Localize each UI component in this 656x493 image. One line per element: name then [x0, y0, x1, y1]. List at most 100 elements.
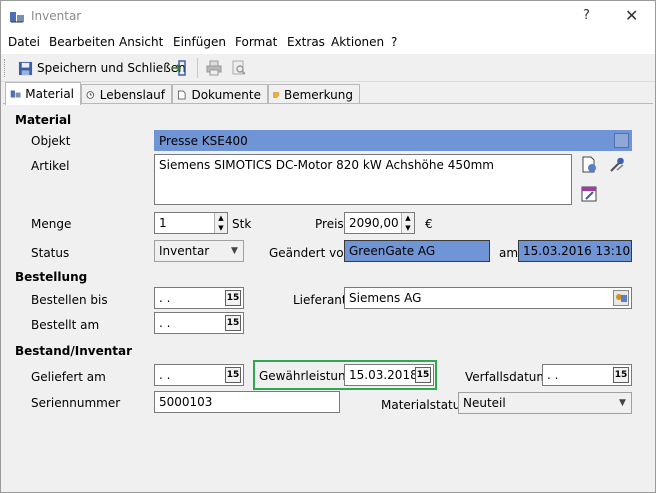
calendar-icon[interactable]: 15 — [613, 367, 629, 383]
section-material: Material — [15, 113, 72, 127]
geliefert-am-value: . . — [159, 368, 171, 382]
objekt-label: Objekt — [31, 134, 71, 148]
calendar-icon[interactable]: 15 — [225, 315, 241, 331]
seriennummer-field[interactable]: 5000103 — [154, 391, 340, 413]
inventory-app-icon — [10, 12, 24, 23]
tab-lebenslauf[interactable]: Lebenslauf — [81, 84, 172, 104]
edit-article-icon[interactable] — [581, 186, 598, 203]
history-icon — [86, 90, 95, 99]
menu-bar: Datei Bearbeiten Ansicht Einfügen Format… — [1, 32, 655, 54]
toolbar-grip[interactable] — [4, 59, 7, 77]
calendar-icon[interactable]: 15 — [225, 367, 241, 383]
menu-extras[interactable]: Extras — [287, 35, 325, 49]
bestellt-am-value: . . — [159, 316, 171, 330]
preis-label: Preis — [315, 217, 344, 231]
am-field[interactable]: 15.03.2016 13:10 — [518, 240, 632, 262]
material-icon — [10, 90, 21, 98]
menge-field[interactable]: 1 ▲ ▼ — [154, 212, 228, 234]
geaendert-von-label: Geändert von — [269, 246, 352, 260]
help-button[interactable]: ? — [583, 8, 590, 23]
tab-dokumente-label: Dokumente — [191, 87, 261, 102]
save-close-button[interactable]: Speichern und Schließen — [18, 58, 186, 78]
save-close-label: Speichern und Schließen — [37, 61, 186, 75]
objekt-field[interactable]: Presse KSE400 — [154, 130, 632, 151]
menu-bearbeiten[interactable]: Bearbeiten — [49, 35, 115, 49]
preis-currency: € — [425, 217, 433, 231]
artikel-value: Siemens SIMOTICS DC-Motor 820 kW Achshöh… — [159, 158, 494, 172]
bestellen-bis-label: Bestellen bis — [31, 293, 108, 307]
calendar-icon[interactable]: 15 — [415, 367, 431, 383]
menge-label: Menge — [31, 217, 72, 231]
gewaehrleistung-field[interactable]: 15.03.2018 15 — [344, 364, 434, 386]
chevron-down-icon[interactable]: ▼ — [226, 241, 243, 261]
menge-value: 1 — [159, 216, 167, 230]
objekt-lookup-icon[interactable] — [614, 133, 629, 148]
materialstatus-label: Materialstatus — [381, 398, 467, 412]
exit-button[interactable] — [171, 58, 187, 78]
verfallsdatum-field[interactable]: . . 15 — [542, 364, 632, 386]
materialstatus-value: Neuteil — [463, 396, 506, 410]
geliefert-am-label: Geliefert am — [31, 370, 106, 384]
seriennummer-label: Seriennummer — [31, 396, 121, 410]
tab-strip: Material Lebenslauf Dokumente Bemerkung — [1, 82, 655, 105]
window-title: Inventar — [31, 9, 82, 23]
preis-spinner[interactable]: ▲ ▼ — [401, 213, 414, 233]
am-value: 15.03.2016 13:10 — [523, 244, 631, 258]
section-bestand: Bestand/Inventar — [15, 344, 133, 358]
menu-format[interactable]: Format — [235, 35, 277, 49]
tab-material-label: Material — [25, 87, 74, 101]
note-icon — [273, 91, 279, 98]
toolbar: Speichern und Schließen — [1, 54, 655, 82]
tab-material[interactable]: Material — [5, 82, 81, 105]
menu-aktionen[interactable]: Aktionen — [331, 35, 384, 49]
menu-help[interactable]: ? — [391, 35, 397, 49]
bestellt-am-field[interactable]: . . 15 — [154, 312, 244, 334]
print-button[interactable] — [206, 58, 222, 78]
tab-bemerkung[interactable]: Bemerkung — [268, 84, 360, 104]
tools-icon[interactable] — [608, 156, 626, 174]
status-label: Status — [31, 246, 70, 260]
spin-up-icon[interactable]: ▲ — [215, 213, 227, 223]
geaendert-von-field[interactable]: GreenGate AG — [344, 240, 490, 262]
materialstatus-select[interactable]: Neuteil ▼ — [458, 392, 632, 414]
verfallsdatum-label: Verfallsdatum — [465, 370, 549, 384]
toolbar-separator — [197, 58, 198, 78]
spin-down-icon[interactable]: ▼ — [215, 223, 227, 233]
tab-dokumente[interactable]: Dokumente — [172, 84, 268, 104]
geaendert-von-value: GreenGate AG — [349, 244, 436, 258]
preis-value: 2090,00 — [349, 216, 399, 230]
menu-ansicht[interactable]: Ansicht — [119, 35, 163, 49]
print-preview-button[interactable] — [231, 58, 247, 78]
artikel-field[interactable]: Siemens SIMOTICS DC-Motor 820 kW Achshöh… — [154, 154, 572, 205]
menu-datei[interactable]: Datei — [8, 35, 40, 49]
preis-field[interactable]: 2090,00 ▲ ▼ — [344, 212, 415, 234]
spin-up-icon[interactable]: ▲ — [402, 213, 414, 223]
calendar-icon[interactable]: 15 — [225, 290, 241, 306]
lieferant-label: Lieferant — [293, 293, 347, 307]
title-bar: Inventar ? ✕ — [1, 1, 655, 32]
menge-spinner[interactable]: ▲ ▼ — [214, 213, 227, 233]
status-value: Inventar — [159, 244, 210, 258]
objekt-value: Presse KSE400 — [159, 134, 248, 148]
bestellen-bis-field[interactable]: . . 15 — [154, 287, 244, 309]
seriennummer-value: 5000103 — [159, 395, 213, 409]
spin-down-icon[interactable]: ▼ — [402, 223, 414, 233]
status-select[interactable]: Inventar ▼ — [154, 240, 244, 262]
inventar-window: Inventar ? ✕ Datei Bearbeiten Ansicht Ei… — [0, 0, 656, 493]
supplier-lookup-icon[interactable] — [613, 290, 629, 306]
close-button[interactable]: ✕ — [625, 6, 638, 25]
article-detail-icon[interactable] — [581, 156, 598, 174]
document-icon — [177, 90, 186, 99]
chevron-down-icon[interactable]: ▼ — [614, 393, 631, 413]
section-bestellung: Bestellung — [15, 270, 88, 284]
menu-einfuegen[interactable]: Einfügen — [173, 35, 226, 49]
gewaehrleistung-value: 15.03.2018 — [349, 368, 418, 382]
lieferant-field[interactable]: Siemens AG — [344, 287, 632, 309]
save-icon — [18, 61, 33, 75]
tab-bemerkung-label: Bemerkung — [283, 87, 353, 102]
gewaehrleistung-label: Gewährleistung — [259, 369, 354, 383]
geliefert-am-field[interactable]: . . 15 — [154, 364, 244, 386]
exit-icon — [172, 60, 186, 76]
lieferant-value: Siemens AG — [349, 291, 422, 305]
print-preview-icon — [232, 60, 246, 75]
